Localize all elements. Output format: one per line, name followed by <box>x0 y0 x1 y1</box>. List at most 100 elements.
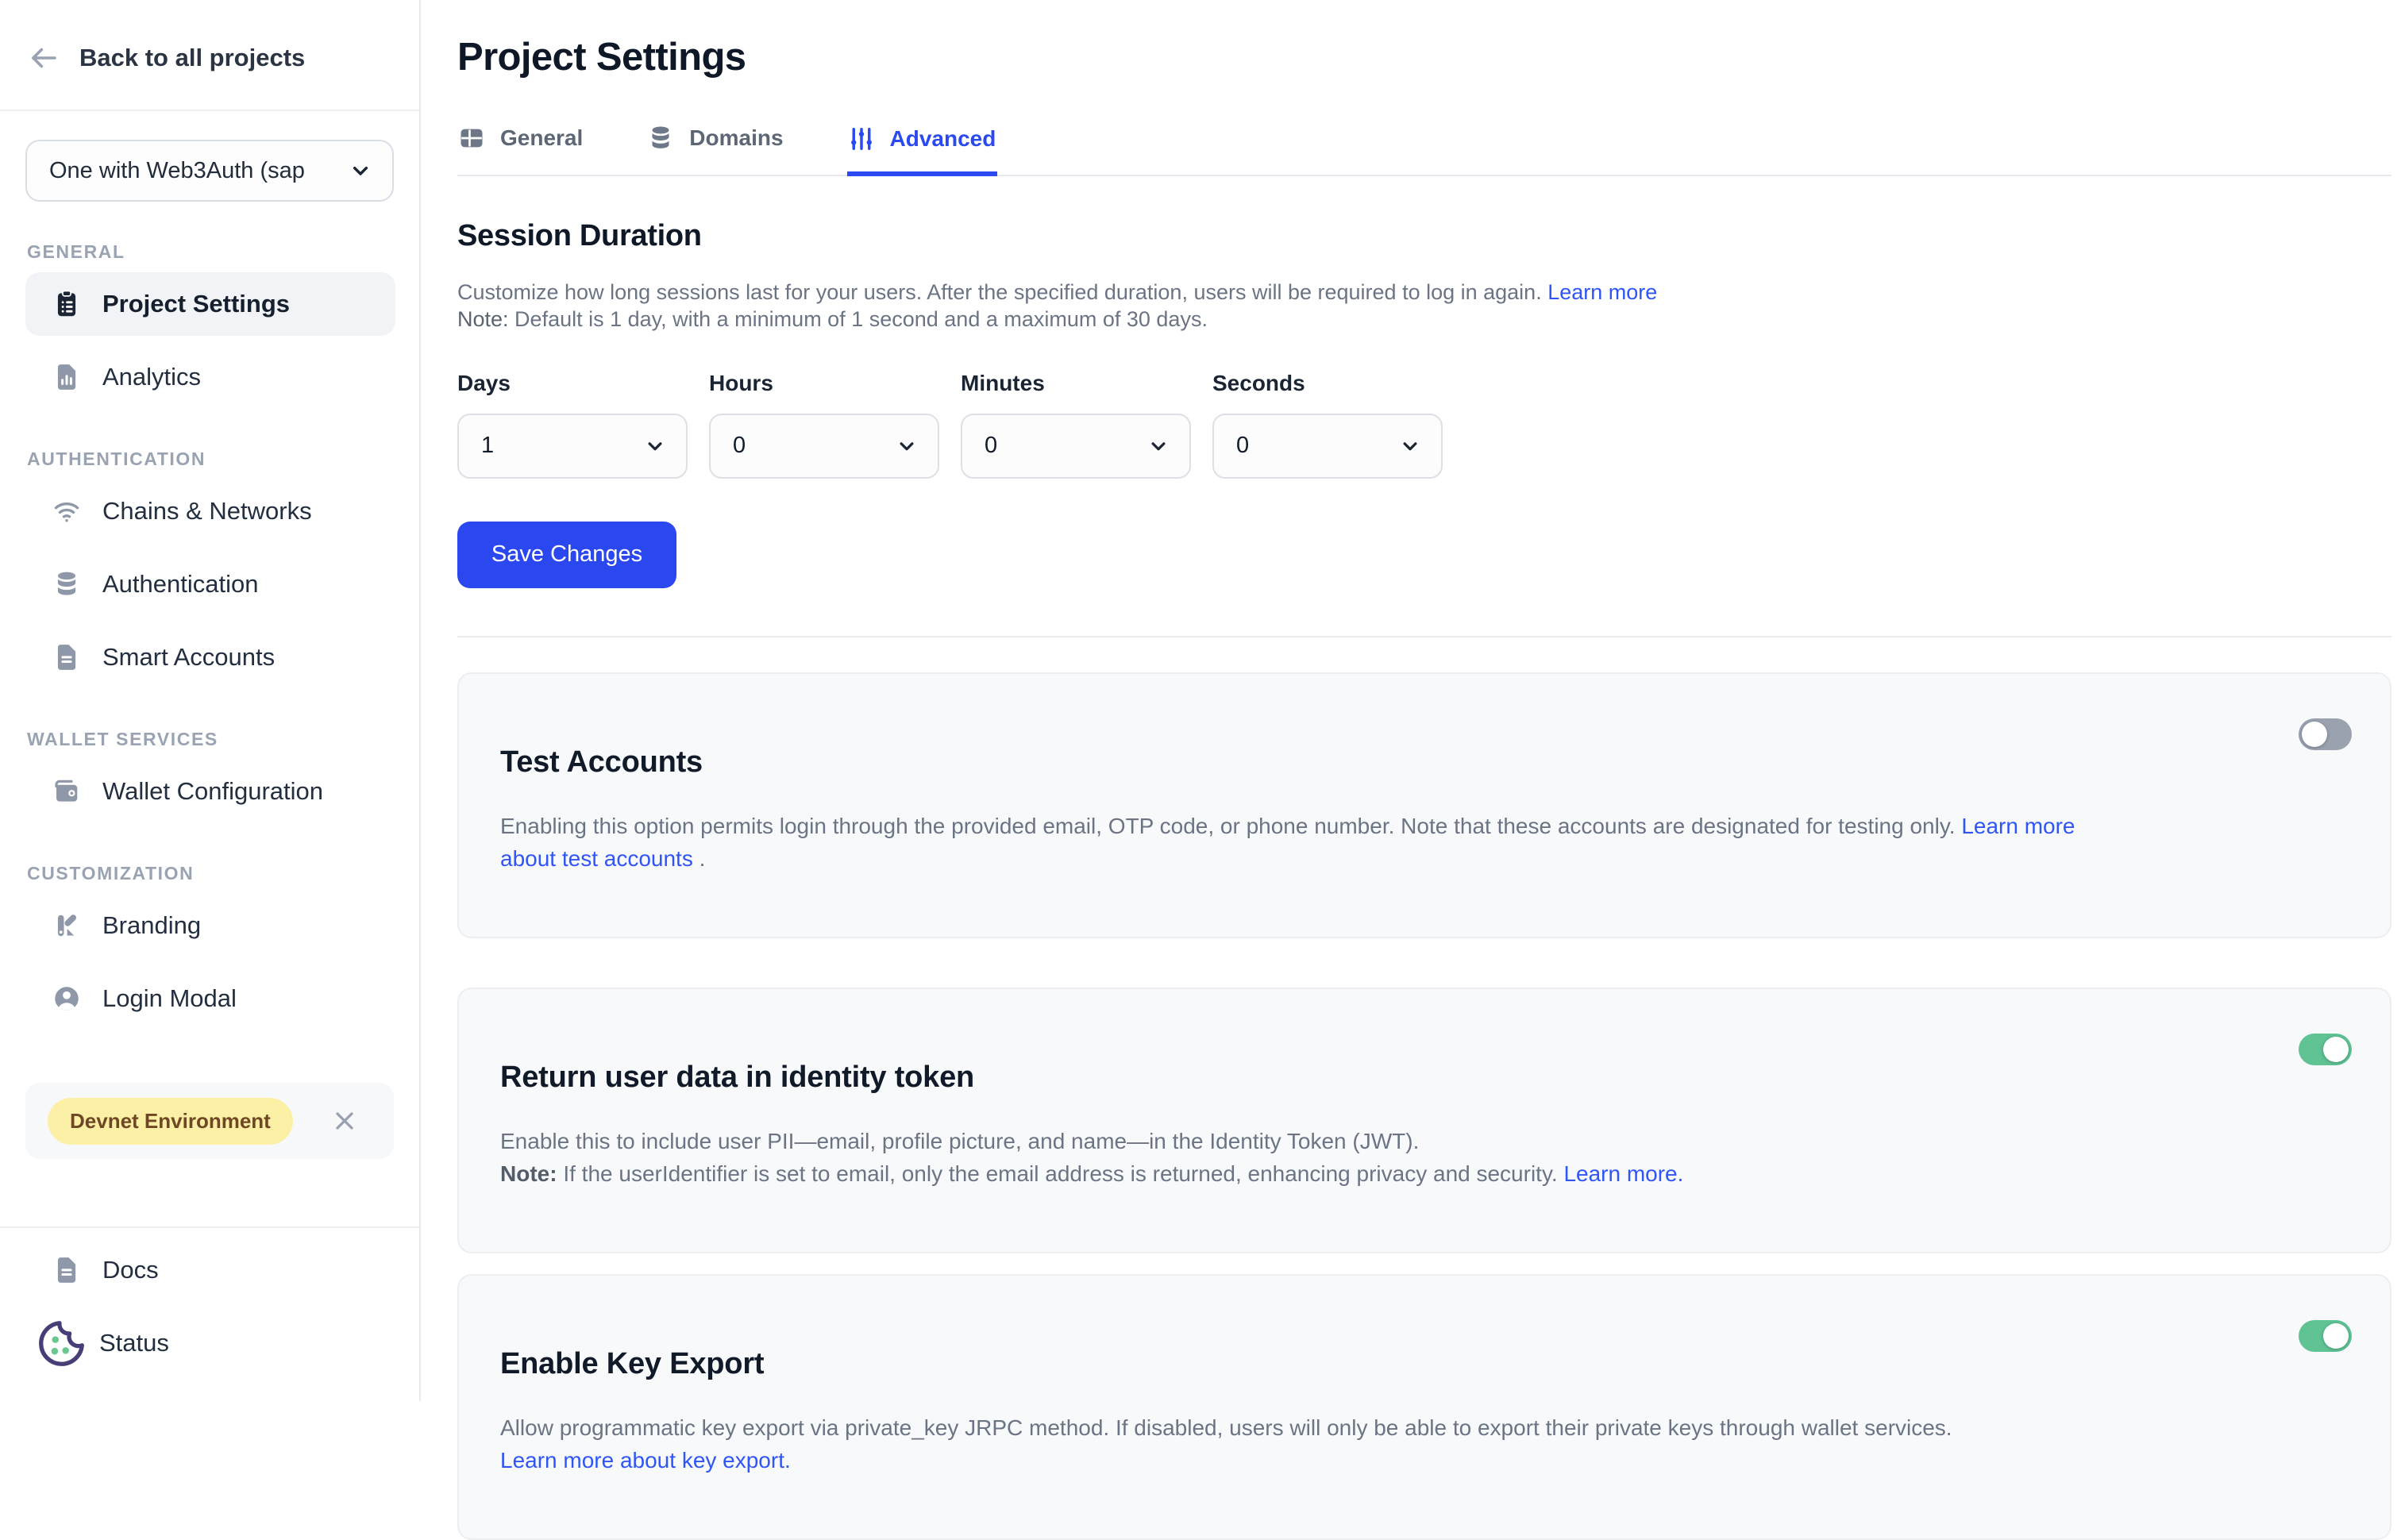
project-selector-value: One with Web3Auth (sap <box>49 158 340 184</box>
session-duration-description: Customize how long sessions last for you… <box>457 279 2391 333</box>
hours-label: Hours <box>709 371 939 396</box>
save-changes-button[interactable]: Save Changes <box>457 522 676 588</box>
days-select[interactable]: 1 <box>457 414 688 479</box>
minutes-field: Minutes 0 <box>961 371 1191 479</box>
section-divider <box>457 636 2391 637</box>
card-title: Enable Key Export <box>500 1347 2349 1381</box>
analytics-icon <box>52 362 82 392</box>
chevron-down-icon <box>643 434 667 458</box>
minutes-select[interactable]: 0 <box>961 414 1191 479</box>
days-label: Days <box>457 371 688 396</box>
card-body: Enable this to include user PII—email, p… <box>500 1125 2104 1190</box>
sidebar-item-project-settings[interactable]: Project Settings <box>25 272 395 336</box>
tab-label: Advanced <box>890 126 996 152</box>
sidebar-item-label: Analytics <box>102 363 201 391</box>
project-selector[interactable]: One with Web3Auth (sap <box>25 140 394 202</box>
sidebar-item-docs[interactable]: Docs <box>25 1239 395 1301</box>
seconds-select[interactable]: 0 <box>1212 414 1443 479</box>
close-icon[interactable] <box>330 1107 359 1135</box>
sidebar-item-login-modal[interactable]: Login Modal <box>25 967 395 1030</box>
sidebar-item-label: Smart Accounts <box>102 643 275 672</box>
duration-fields: Days 1 Hours 0 Minutes 0 Seconds 0 <box>457 371 2391 479</box>
sidebar-item-label: Docs <box>102 1256 159 1284</box>
tab-bar: General Domains Advanced <box>457 124 2391 176</box>
days-field: Days 1 <box>457 371 688 479</box>
file-icon <box>52 1255 82 1285</box>
sidebar-divider <box>0 110 419 111</box>
card-body: Enabling this option permits login throu… <box>500 810 2104 875</box>
database-icon <box>646 124 675 152</box>
minutes-value: 0 <box>985 433 997 459</box>
sidebar-item-label: Login Modal <box>102 984 237 1013</box>
sidebar-item-authentication[interactable]: Authentication <box>25 552 395 616</box>
learn-more-link[interactable]: Learn more <box>1547 280 1657 304</box>
description-text: Customize how long sessions last for you… <box>457 280 1542 304</box>
test-accounts-card: Test Accounts Enabling this option permi… <box>457 672 2391 938</box>
identity-token-toggle[interactable] <box>2299 1034 2352 1065</box>
tab-general[interactable]: General <box>457 124 584 175</box>
identity-token-card: Return user data in identity token Enabl… <box>457 988 2391 1253</box>
chevron-down-icon <box>348 158 373 183</box>
card-body: Allow programmatic key export via privat… <box>500 1411 2104 1476</box>
chevron-down-icon <box>1398 434 1422 458</box>
sidebar-item-chains-networks[interactable]: Chains & Networks <box>25 479 395 543</box>
sidebar-item-label: Status <box>99 1329 169 1357</box>
tab-label: General <box>500 125 583 151</box>
database-icon <box>52 569 82 599</box>
environment-badge: Devnet Environment <box>48 1098 293 1145</box>
seconds-value: 0 <box>1236 433 1249 459</box>
sidebar-item-label: Chains & Networks <box>102 497 312 526</box>
card-title: Return user data in identity token <box>500 1061 2349 1095</box>
page-title: Project Settings <box>457 35 2391 79</box>
hours-value: 0 <box>733 433 746 459</box>
learn-more-key-export-link[interactable]: Learn more about key export. <box>500 1448 791 1473</box>
body-suffix: . <box>693 846 706 871</box>
brush-icon <box>52 911 82 941</box>
user-circle-icon <box>52 984 82 1014</box>
note-text: Default is 1 day, with a minimum of 1 se… <box>509 307 1208 331</box>
tab-label: Domains <box>689 125 783 151</box>
chevron-down-icon <box>1147 434 1170 458</box>
back-label: Back to all projects <box>79 44 305 72</box>
sidebar-footer-divider <box>0 1226 419 1228</box>
cookie-icon <box>36 1317 88 1369</box>
back-to-projects-link[interactable]: Back to all projects <box>0 0 419 110</box>
sidebar-item-label: Wallet Configuration <box>102 777 323 806</box>
section-label-authentication: AUTHENTICATION <box>27 449 392 470</box>
hours-field: Hours 0 <box>709 371 939 479</box>
chevron-down-icon <box>895 434 919 458</box>
section-label-general: GENERAL <box>27 241 392 263</box>
sidebar-footer: Docs Status <box>0 1226 419 1401</box>
days-value: 1 <box>481 433 494 459</box>
file-icon <box>52 642 82 672</box>
seconds-field: Seconds 0 <box>1212 371 1443 479</box>
key-export-toggle[interactable] <box>2299 1320 2352 1352</box>
tab-advanced[interactable]: Advanced <box>847 124 998 176</box>
sidebar: Back to all projects One with Web3Auth (… <box>0 0 421 1401</box>
sidebar-item-branding[interactable]: Branding <box>25 894 395 957</box>
sidebar-item-status[interactable]: Status <box>25 1312 395 1374</box>
key-export-card: Enable Key Export Allow programmatic key… <box>457 1274 2391 1540</box>
session-duration-heading: Session Duration <box>457 219 2391 253</box>
body-text: Enabling this option permits login throu… <box>500 814 1961 838</box>
sidebar-item-label: Authentication <box>102 570 258 599</box>
clipboard-icon <box>52 289 82 319</box>
body-text: Allow programmatic key export via privat… <box>500 1415 1952 1440</box>
section-label-customization: CUSTOMIZATION <box>27 863 392 884</box>
tab-domains[interactable]: Domains <box>646 124 784 175</box>
main-content: Project Settings General Domains Advance… <box>421 0 2401 1401</box>
note-label: Note: <box>457 307 509 331</box>
sidebar-item-analytics[interactable]: Analytics <box>25 345 395 409</box>
sidebar-item-smart-accounts[interactable]: Smart Accounts <box>25 626 395 689</box>
learn-more-identity-link[interactable]: Learn more. <box>1563 1161 1683 1186</box>
sidebar-item-wallet-configuration[interactable]: Wallet Configuration <box>25 760 395 823</box>
note-label: Note: <box>500 1161 557 1186</box>
table-icon <box>457 124 486 152</box>
test-accounts-toggle[interactable] <box>2299 718 2352 750</box>
body-text: Enable this to include user PII—email, p… <box>500 1129 1419 1153</box>
arrow-left-icon <box>27 41 60 75</box>
environment-card: Devnet Environment <box>25 1083 394 1159</box>
sliders-icon <box>847 125 876 153</box>
wallet-icon <box>52 776 82 807</box>
hours-select[interactable]: 0 <box>709 414 939 479</box>
